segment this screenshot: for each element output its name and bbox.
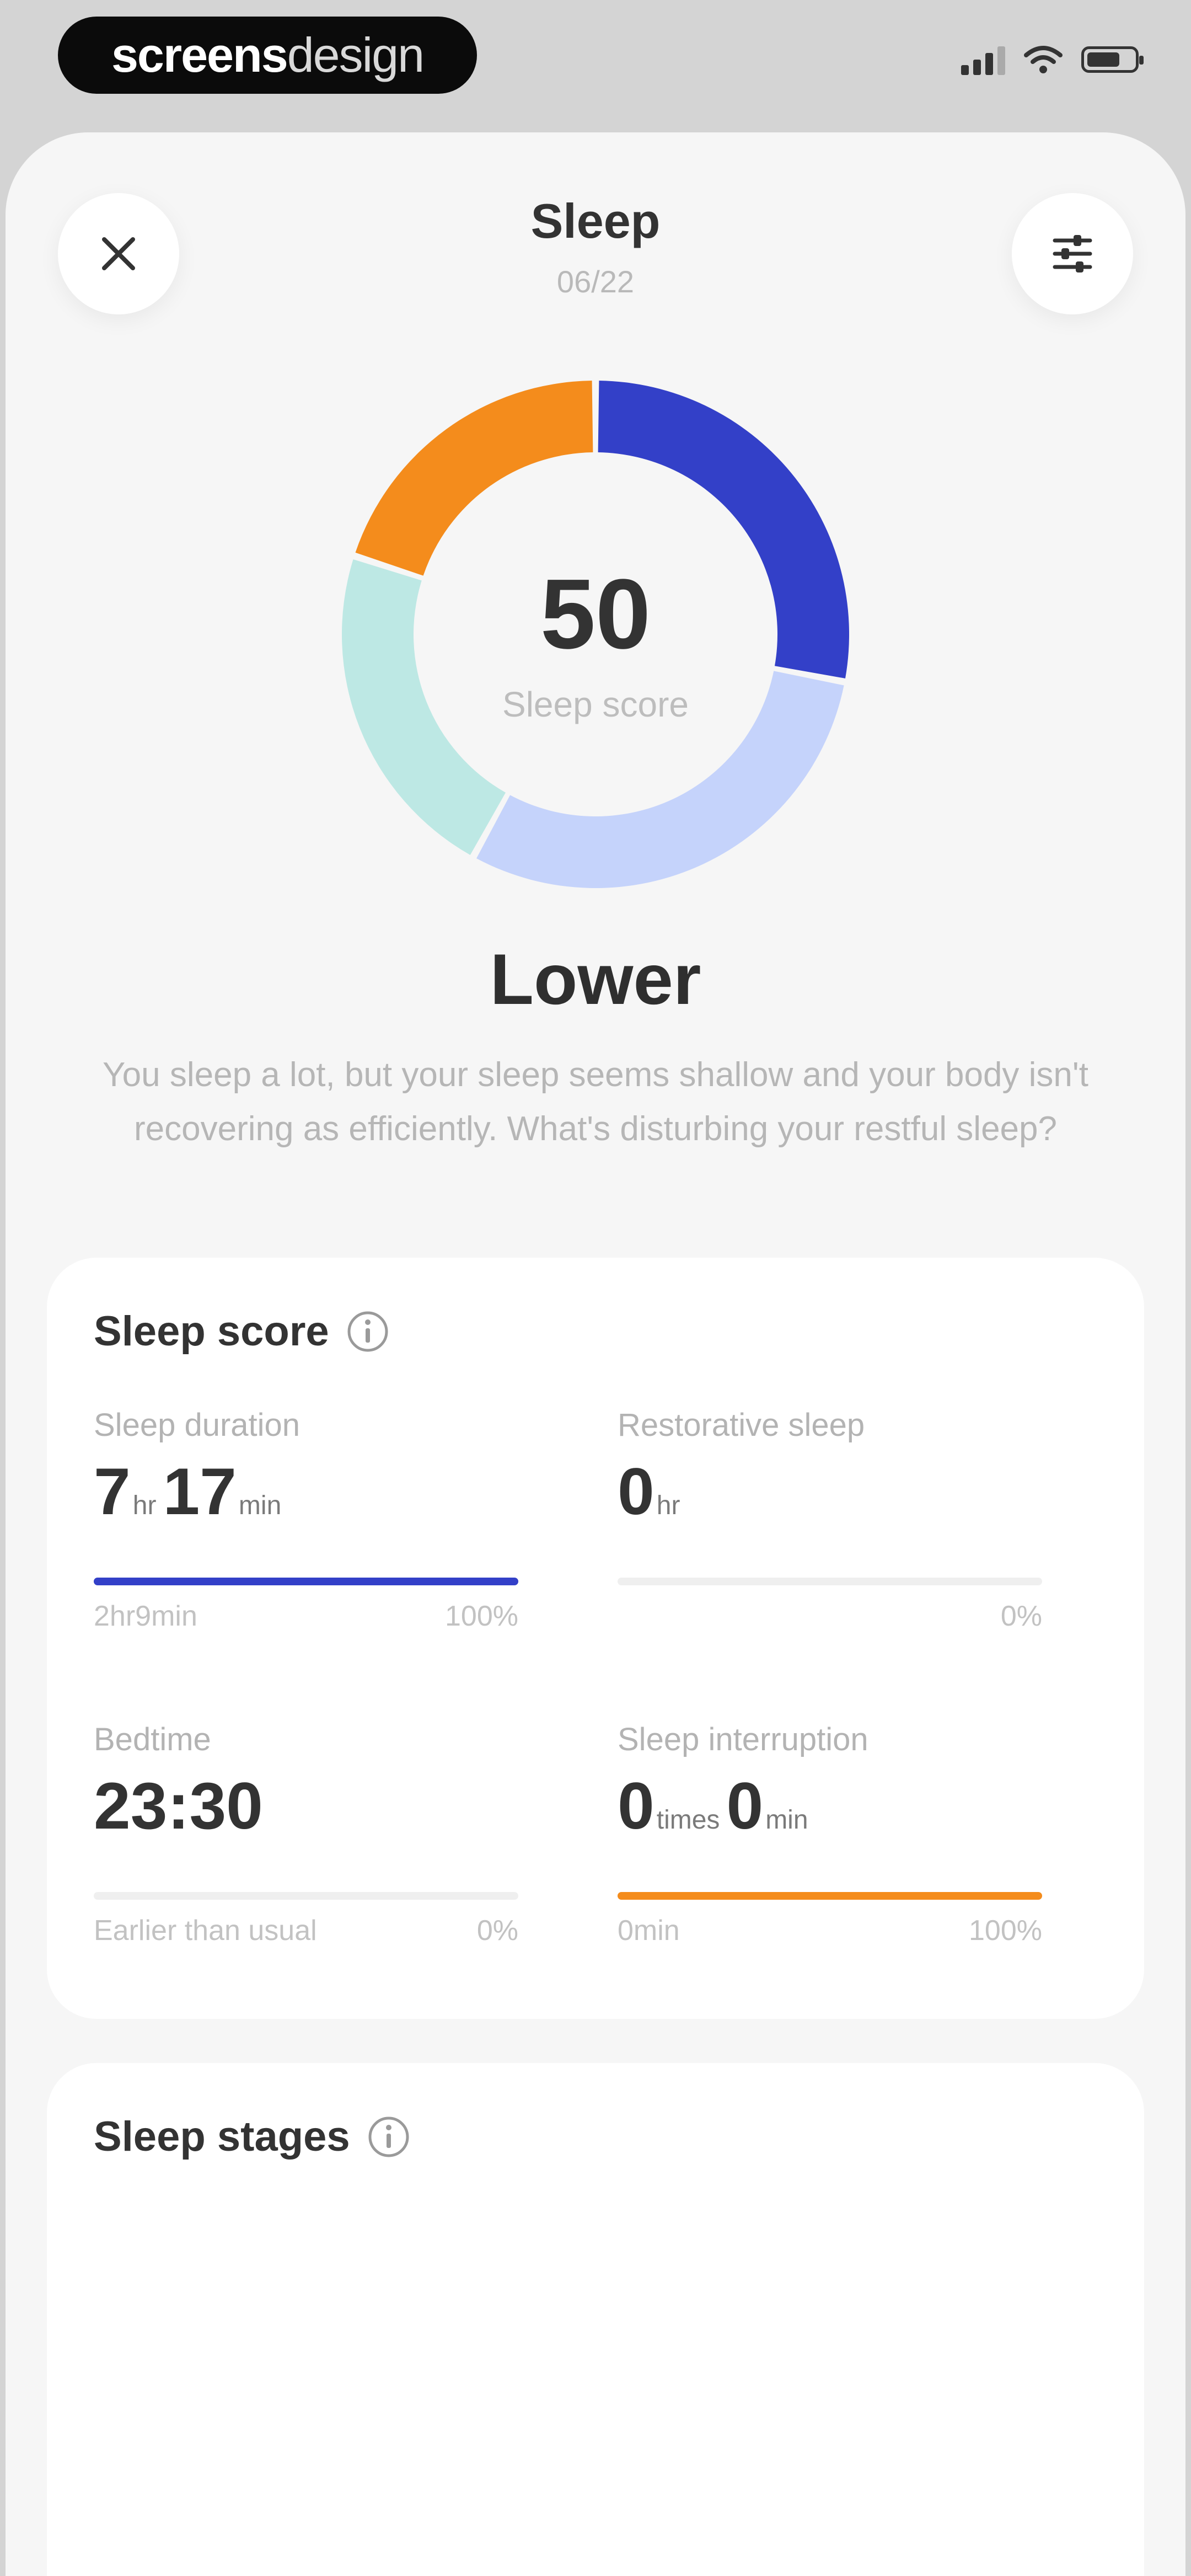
card-title-text: Sleep stages	[94, 2113, 350, 2160]
metric-label: Bedtime	[94, 1722, 211, 1757]
info-icon[interactable]	[346, 1310, 390, 1354]
unit-minutes: min	[238, 1491, 282, 1520]
metric-foot-left: 0min	[618, 1915, 680, 1947]
progress-fill	[618, 1892, 1042, 1900]
unit-minutes: min	[765, 1805, 808, 1835]
donut-slice-4	[355, 381, 593, 576]
sleep-score-label: Sleep score	[502, 685, 689, 724]
filter-button[interactable]	[1012, 193, 1133, 314]
screen: screens design Sleep 06/22 50 Sleep scor…	[0, 0, 1191, 2576]
page-date: 06/22	[556, 264, 635, 299]
status-icons	[961, 44, 1144, 75]
wifi-icon	[1024, 46, 1063, 73]
value-time: 23:30	[94, 1769, 263, 1843]
sleep-score-value: 50	[540, 559, 651, 670]
brand-logo: screens design	[58, 17, 477, 94]
brand-bold: screens	[111, 28, 288, 82]
card-title-text: Sleep score	[94, 1308, 329, 1355]
metric-value: 23:30	[94, 1768, 263, 1844]
sleep-description: You sleep a lot, but your sleep seems sh…	[103, 1056, 1088, 1148]
value-hours: 0	[618, 1455, 654, 1529]
sleep-score-card-title: Sleep score	[94, 1307, 390, 1355]
sleep-sheet: Sleep 06/22 50 Sleep score Lower You sle…	[6, 132, 1185, 2576]
signal-icon	[961, 44, 1005, 75]
metric-label: Restorative sleep	[618, 1407, 865, 1443]
metric-label: Sleep duration	[94, 1407, 301, 1443]
progress-track	[94, 1578, 518, 1585]
metric-value: 7hr 17min	[94, 1453, 281, 1530]
brand-light: design	[287, 28, 425, 82]
value-minutes: 0	[726, 1769, 764, 1843]
value-minutes: 17	[163, 1455, 237, 1529]
page-title: Sleep	[530, 194, 661, 248]
sleep-stages-card: Sleep stages	[47, 2063, 1144, 2576]
unit-times: times	[656, 1805, 720, 1835]
progress-track	[618, 1892, 1042, 1900]
metric-value: 0hr	[618, 1453, 686, 1530]
status-bar: screens design	[0, 0, 1191, 127]
metric-foot-right: 100%	[445, 1600, 518, 1632]
metric-foot-right: 100%	[969, 1915, 1042, 1947]
sleep-score-card: Sleep score Sleep duration 7hr 17min 2hr9…	[47, 1258, 1144, 2019]
metric-value: 0times 0min	[618, 1768, 808, 1844]
metric-foot-left: 2hr9min	[94, 1600, 197, 1632]
value-times: 0	[618, 1769, 654, 1843]
sleep-stages-card-title: Sleep stages	[94, 2113, 411, 2161]
sleep-score-donut: 50 Sleep score	[336, 375, 855, 894]
unit-hours: hr	[656, 1491, 680, 1520]
unit-hours: hr	[132, 1491, 157, 1520]
progress-track	[618, 1578, 1042, 1585]
sliders-icon	[1053, 235, 1092, 272]
metric-foot-left: Earlier than usual	[94, 1915, 317, 1947]
value-hours: 7	[94, 1455, 131, 1529]
sleep-rating: Lower	[490, 939, 701, 1019]
metric-foot-right: 0%	[476, 1915, 518, 1947]
metric-foot-right: 0%	[1000, 1600, 1042, 1632]
metric-label: Sleep interruption	[618, 1722, 868, 1757]
progress-fill	[94, 1578, 518, 1585]
progress-track	[94, 1892, 518, 1900]
info-icon[interactable]	[367, 2115, 411, 2159]
battery-icon	[1081, 46, 1144, 73]
